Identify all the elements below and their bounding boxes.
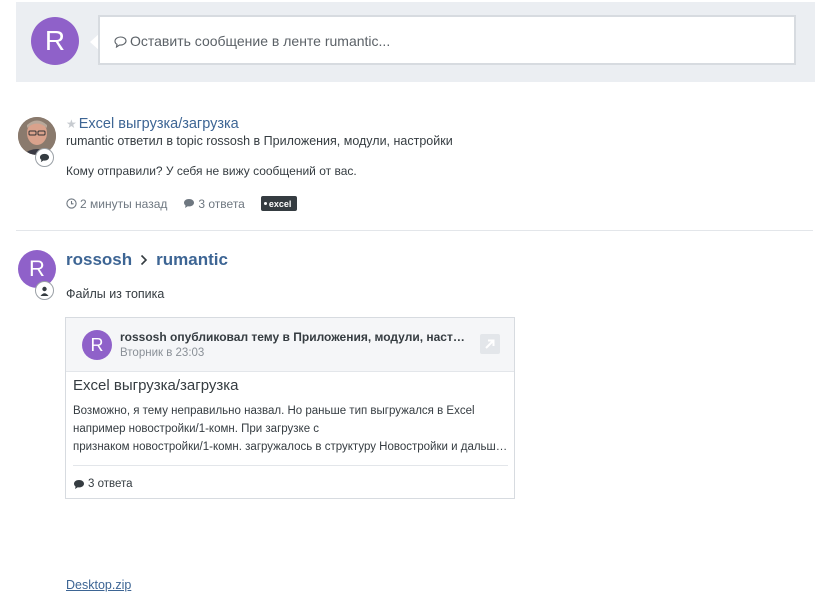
activity-replies-text[interactable]: 3 ответа — [198, 197, 244, 211]
status-input-placeholder-text: Оставить сообщение в ленте rumantic... — [130, 33, 391, 49]
activity-time: 2 минуты назад — [66, 197, 167, 211]
status-input[interactable]: Оставить сообщение в ленте rumantic... — [98, 15, 796, 65]
chevron-right-icon — [140, 254, 148, 266]
star-icon: ★ — [66, 117, 77, 131]
status-author-link[interactable]: rossosh — [66, 250, 132, 270]
embed-card[interactable]: R rossosh опубликовал тему в Приложения,… — [65, 317, 515, 499]
activity-replies[interactable]: 3 ответа — [183, 197, 245, 211]
status-text: Файлы из топика — [66, 287, 165, 301]
avatar[interactable]: R — [31, 17, 79, 65]
external-link-icon[interactable] — [480, 334, 500, 354]
activity-snippet: Кому отправили? У себя не вижу сообщений… — [66, 164, 357, 178]
status-target-link[interactable]: rumantic — [156, 250, 228, 270]
activity-topic-title[interactable]: ★ Excel выгрузка/загрузка — [66, 116, 239, 132]
divider — [16, 230, 813, 231]
divider — [73, 465, 508, 466]
embed-post-text: Возможно, я тему неправильно назвал. Но … — [73, 402, 509, 456]
comment-badge — [35, 148, 54, 167]
avatar[interactable]: R — [82, 330, 112, 360]
activity-time-text: 2 минуты назад — [80, 196, 168, 211]
embed-title[interactable]: rossosh опубликовал тему в Приложения, м… — [120, 330, 470, 344]
embed-post-title[interactable]: Excel выгрузка/загрузка — [73, 377, 239, 394]
embed-header: R rossosh опубликовал тему в Приложения,… — [66, 318, 514, 372]
embed-post-line: Возможно, я тему неправильно назвал. Но … — [73, 405, 475, 417]
activity-meta: rumantic ответил в topic rossosh в Прило… — [66, 134, 453, 148]
comment-icon — [184, 199, 195, 208]
comment-icon — [74, 479, 84, 489]
user-icon — [40, 286, 49, 296]
embed-post-line: например новостройки/1-комн. При загрузк… — [73, 423, 320, 435]
comment-icon — [39, 153, 50, 162]
comment-icon — [114, 36, 127, 49]
embed-post-line: признаком новостройки/1-комн. загружалос… — [73, 441, 509, 453]
tag-badge[interactable]: excel — [260, 196, 298, 211]
clock-icon — [66, 198, 77, 209]
user-badge — [35, 281, 54, 300]
status-input-placeholder: Оставить сообщение в ленте rumantic... — [114, 33, 390, 49]
status-composer: R Оставить сообщение в ленте rumantic... — [16, 2, 815, 82]
status-header: rossosh rumantic — [66, 250, 228, 270]
activity-topic-title-text[interactable]: Excel выгрузка/загрузка — [79, 116, 239, 132]
embed-time: Вторник в 23:03 — [120, 347, 205, 359]
activity-stats: 2 минуты назад 3 ответа excel — [66, 196, 298, 211]
attachment-link[interactable]: Desktop.zip — [66, 578, 131, 592]
embed-replies-text[interactable]: 3 ответа — [88, 478, 133, 490]
embed-replies[interactable]: 3 ответа — [73, 478, 133, 490]
